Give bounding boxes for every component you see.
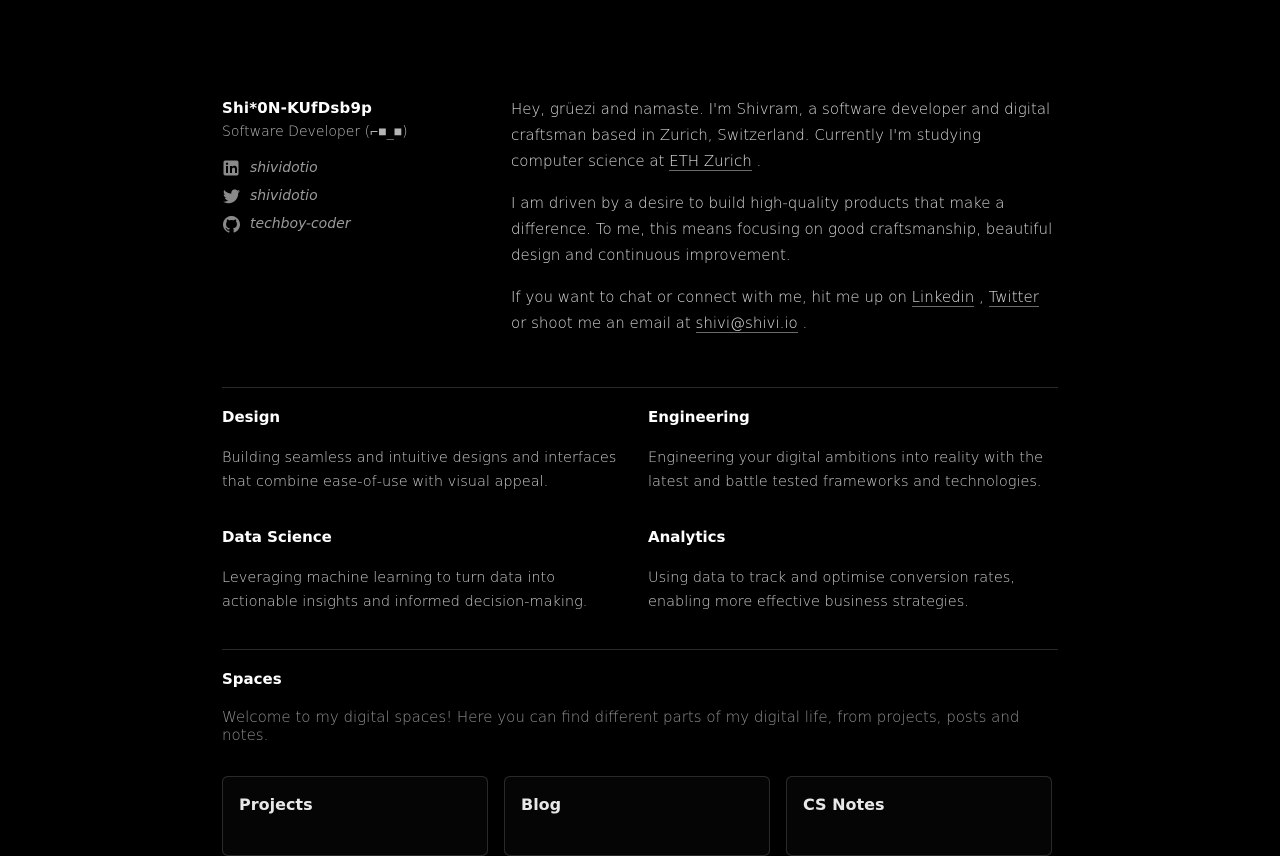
social-link-twitter[interactable]: shividotio <box>222 182 511 210</box>
card-title: Blog <box>521 795 562 814</box>
skill-description: Building seamless and intuitive designs … <box>222 450 617 490</box>
skill-title: Engineering <box>648 408 750 426</box>
spaces-cards: Projects Blog CS Notes <box>222 776 1058 856</box>
about-text-span: or shoot me an email at <box>511 314 696 332</box>
skill-description: Using data to track and optimise convers… <box>648 570 1015 610</box>
social-link-linkedin[interactable]: shividotio <box>222 154 511 182</box>
github-icon <box>222 215 240 233</box>
about-text-span: . <box>797 314 808 332</box>
social-handle: shividotio <box>250 188 318 204</box>
card-title: Projects <box>239 795 313 814</box>
page-container: Shi*0N-KUfDsb9p Software Developer (⌐■_■… <box>222 96 1058 856</box>
spaces-description: Welcome to my digital spaces! Here you c… <box>222 708 1020 744</box>
section-divider <box>222 649 1058 650</box>
social-link-github[interactable]: techboy-coder <box>222 210 511 238</box>
social-handle: shividotio <box>250 160 318 176</box>
email-link[interactable]: shivi@shivi.io <box>695 314 798 333</box>
spaces-section: Spaces Welcome to my digital spaces! Her… <box>222 670 1058 856</box>
space-card-projects[interactable]: Projects <box>222 776 488 856</box>
twitter-link[interactable]: Twitter <box>988 288 1039 307</box>
skill-description: Leveraging machine learning to turn data… <box>222 570 588 610</box>
twitter-icon <box>222 187 240 205</box>
eth-zurich-link[interactable]: ETH Zurich <box>669 152 752 171</box>
skill-engineering: Engineering Engineering your digital amb… <box>648 388 1058 508</box>
card-title: CS Notes <box>803 795 885 814</box>
skills-grid: Design Building seamless and intuitive d… <box>222 388 1058 628</box>
skill-analytics: Analytics Using data to track and optimi… <box>648 508 1058 628</box>
about-text: Hey, grüezi and namaste. I'm Shivram, a … <box>511 96 1058 352</box>
about-text-span: . <box>751 152 762 170</box>
linkedin-link[interactable]: Linkedin <box>911 288 975 307</box>
about-text-span: , <box>974 288 989 306</box>
skill-design: Design Building seamless and intuitive d… <box>222 388 648 508</box>
about-text-span: If you want to chat or connect with me, … <box>511 288 912 306</box>
social-handle: techboy-coder <box>250 216 351 232</box>
spaces-title: Spaces <box>222 670 282 688</box>
skill-title: Design <box>222 408 281 426</box>
about-paragraph: If you want to chat or connect with me, … <box>511 284 1058 336</box>
skill-title: Analytics <box>648 528 726 546</box>
about-paragraph: Hey, grüezi and namaste. I'm Shivram, a … <box>511 96 1058 174</box>
profile-role: Software Developer (⌐■_■) <box>222 124 408 140</box>
skill-description: Engineering your digital ambitions into … <box>648 450 1044 490</box>
social-links: shividotio shividotio techboy-coder <box>222 154 511 238</box>
space-card-blog[interactable]: Blog <box>504 776 770 856</box>
space-card-cs-notes[interactable]: CS Notes <box>786 776 1052 856</box>
skill-data-science: Data Science Leveraging machine learning… <box>222 508 648 628</box>
profile-name: Shi*0N-KUfDsb9p <box>222 99 373 117</box>
about-paragraph: I am driven by a desire to build high-qu… <box>511 194 1053 264</box>
linkedin-icon <box>222 159 240 177</box>
intro-section: Shi*0N-KUfDsb9p Software Developer (⌐■_■… <box>222 96 1058 352</box>
profile-card: Shi*0N-KUfDsb9p Software Developer (⌐■_■… <box>222 96 511 352</box>
about-text-span: Hey, grüezi and namaste. I'm Shivram, a … <box>511 100 1051 170</box>
skill-title: Data Science <box>222 528 332 546</box>
